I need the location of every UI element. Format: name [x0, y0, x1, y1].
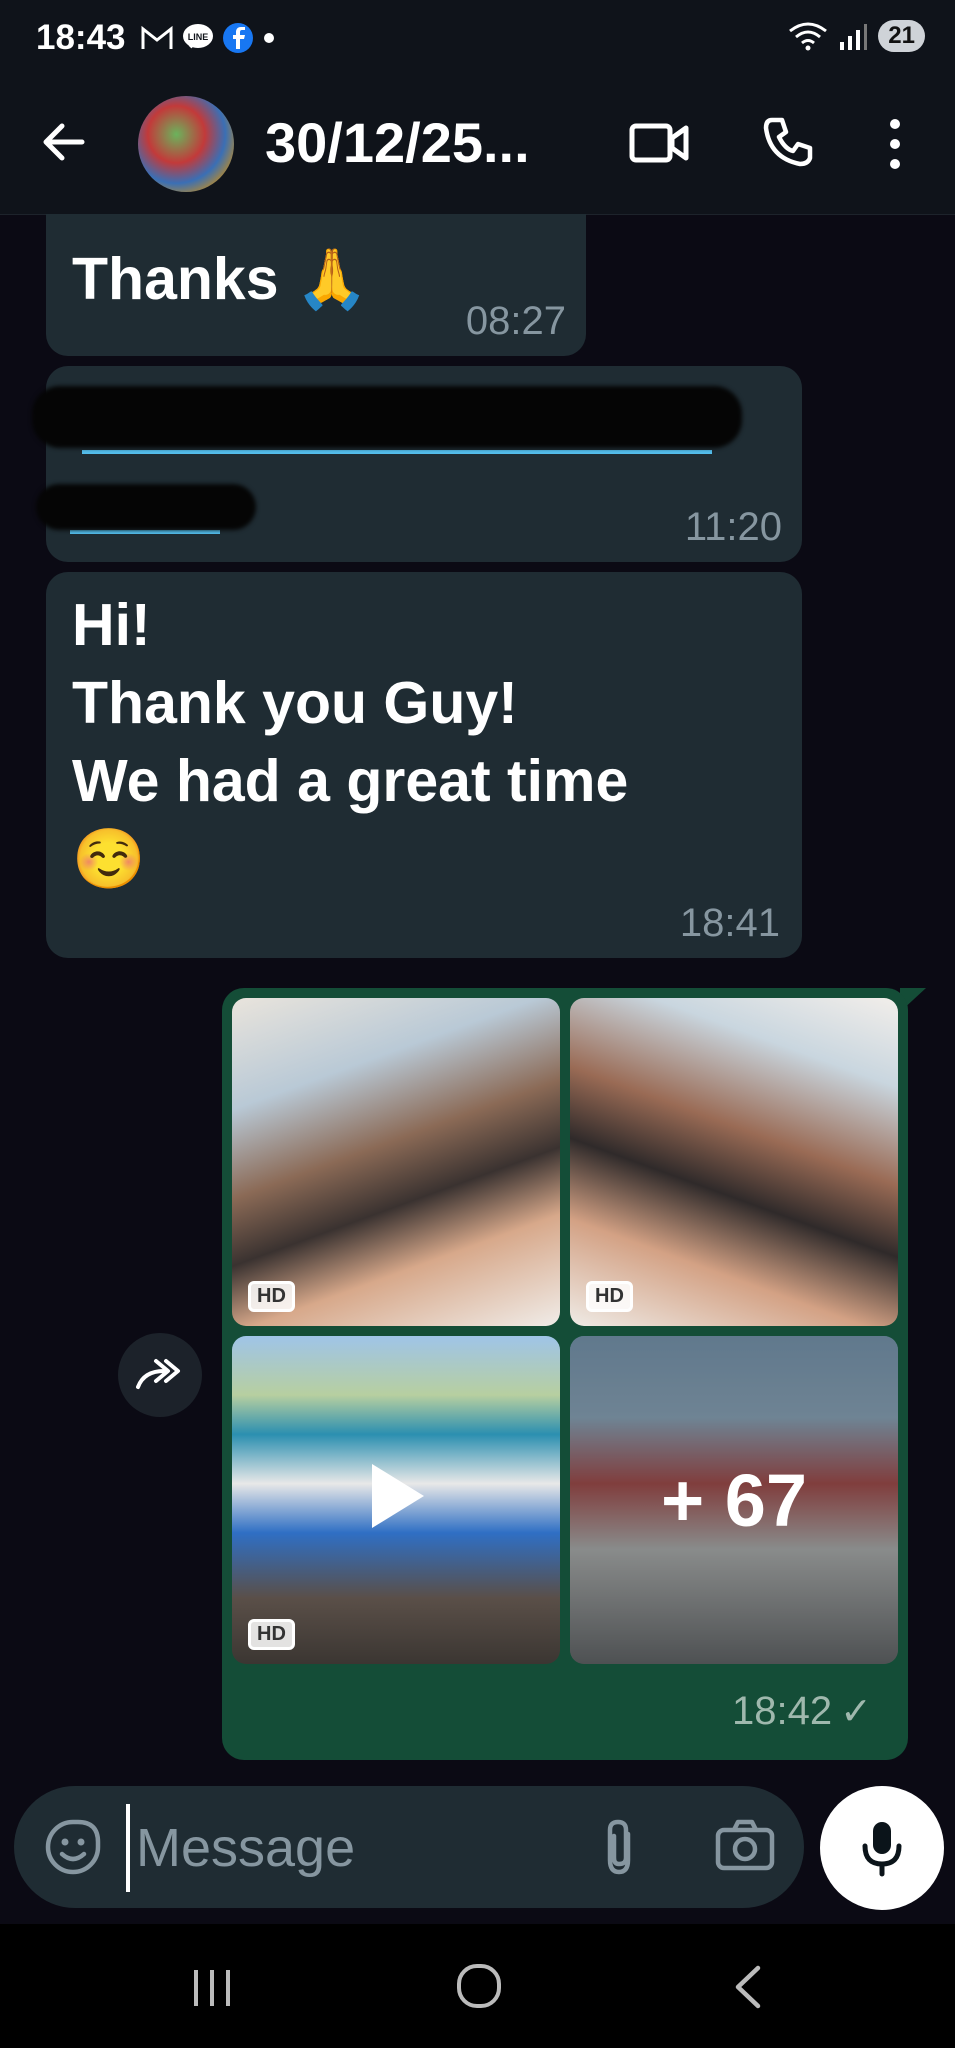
- message-text: Thanks 🙏: [72, 246, 369, 312]
- wifi-icon: [789, 22, 828, 51]
- nav-back-icon[interactable]: [730, 1964, 766, 2010]
- voice-record-button[interactable]: [820, 1786, 944, 1910]
- status-bar: 18:43 LINE 21: [0, 0, 955, 84]
- link-underline: [70, 530, 220, 534]
- message-time: 18:42: [732, 1689, 833, 1733]
- facebook-icon: [223, 23, 253, 53]
- recents-icon[interactable]: [190, 1968, 236, 2008]
- message-bubble-redacted[interactable]: 11:20: [32, 366, 802, 562]
- hd-badge: HD: [248, 1281, 295, 1312]
- dot-icon: [264, 33, 274, 43]
- outgoing-media-bubble[interactable]: HD HD HD + 67 18:42 ✓: [222, 988, 908, 1760]
- link-underline: [82, 450, 712, 454]
- play-icon[interactable]: [372, 1464, 424, 1528]
- emoji-sticker-icon[interactable]: [44, 1818, 102, 1876]
- notification-icons: LINE: [140, 22, 276, 54]
- hd-badge: HD: [248, 1619, 295, 1650]
- back-arrow-icon[interactable]: [36, 114, 92, 170]
- message-bubble[interactable]: Thanks 🙏 08:27: [46, 214, 586, 356]
- message-time: 11:20: [684, 505, 782, 549]
- sent-tick-icon: ✓: [840, 1691, 872, 1733]
- attach-icon[interactable]: [594, 1816, 644, 1878]
- chat-header: 30/12/25...: [0, 84, 955, 215]
- message-input-bar: [14, 1786, 804, 1908]
- hd-badge: HD: [586, 1281, 633, 1312]
- redaction-mark: [36, 484, 256, 530]
- forward-button[interactable]: [118, 1333, 202, 1417]
- status-right: 21: [788, 20, 925, 52]
- message-time: 18:41: [679, 901, 780, 945]
- video-call-icon[interactable]: [628, 118, 690, 168]
- redaction-mark: [32, 386, 742, 448]
- video-thumbnail[interactable]: HD: [232, 1336, 560, 1664]
- line-icon: LINE: [183, 24, 213, 49]
- camera-icon[interactable]: [714, 1818, 776, 1872]
- group-avatar[interactable]: [138, 96, 234, 192]
- system-nav-bar: [0, 1924, 955, 2048]
- forward-icon: [136, 1359, 180, 1389]
- home-icon[interactable]: [455, 1962, 503, 2010]
- microphone-icon: [862, 1822, 902, 1877]
- photo-thumbnail[interactable]: HD: [232, 998, 560, 1326]
- more-media-thumbnail[interactable]: + 67: [570, 1336, 898, 1664]
- svg-text:LINE: LINE: [188, 32, 209, 42]
- gmail-icon: [141, 25, 173, 49]
- message-time: 08:27: [465, 299, 566, 343]
- battery-indicator: 21: [878, 20, 925, 52]
- message-text: Hi! Thank you Guy! We had a great time ☺…: [72, 592, 629, 892]
- message-input[interactable]: [126, 1804, 588, 1892]
- voice-call-icon[interactable]: [760, 114, 816, 170]
- more-options-icon[interactable]: [880, 116, 910, 172]
- chat-title[interactable]: 30/12/25...: [265, 110, 530, 175]
- message-bubble[interactable]: Hi! Thank you Guy! We had a great time ☺…: [46, 572, 802, 958]
- status-time: 18:43: [36, 18, 126, 57]
- photo-thumbnail[interactable]: HD: [570, 998, 898, 1326]
- more-count: + 67: [570, 1336, 898, 1664]
- message-meta: 18:42 ✓: [732, 1689, 872, 1734]
- signal-icon: [840, 24, 868, 50]
